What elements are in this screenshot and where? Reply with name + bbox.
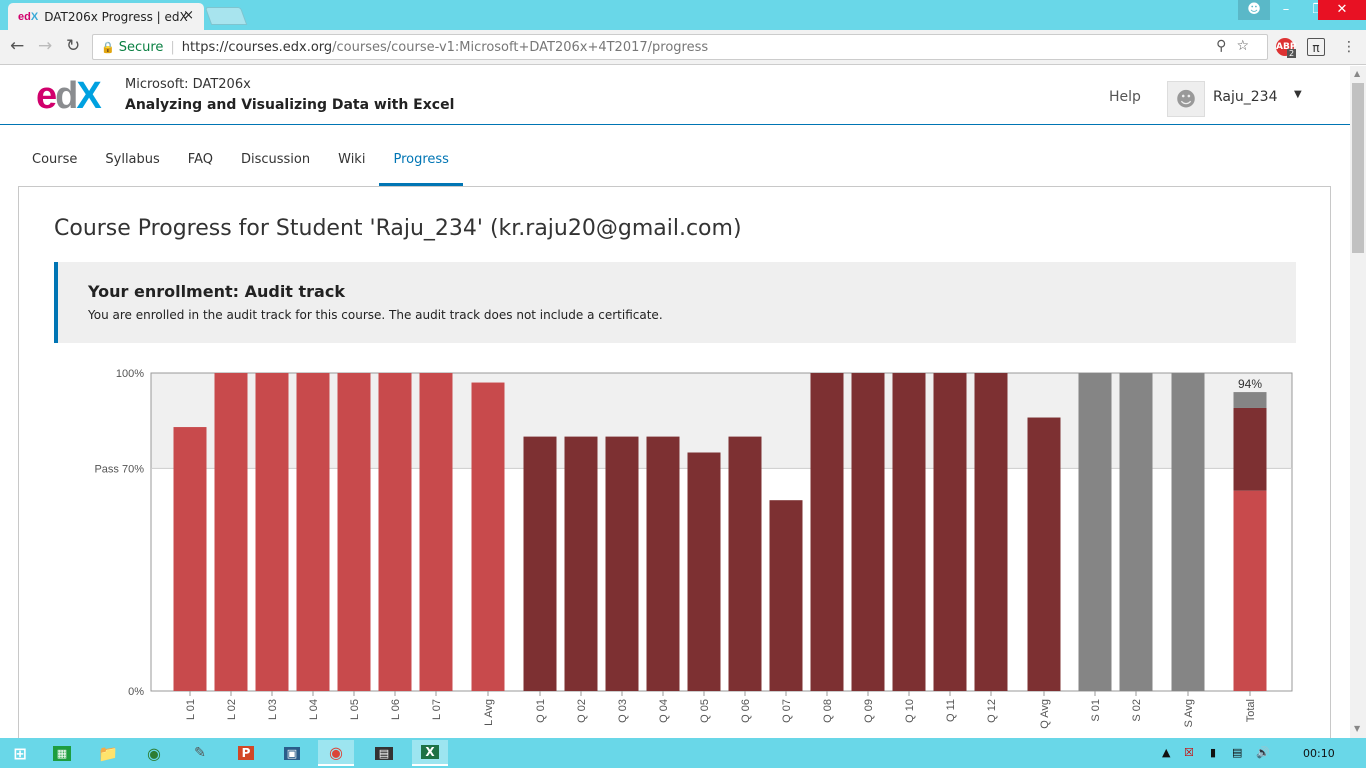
tray-expand-icon[interactable]: ▲ (1162, 746, 1170, 759)
clock: 00:10 (1303, 747, 1335, 760)
x-tick-label: Q 04 (658, 699, 670, 723)
x-tick-label: L 01 (185, 699, 197, 720)
bar-total-segment (1233, 407, 1267, 491)
bar (851, 373, 885, 691)
bar (564, 436, 598, 691)
bar (378, 373, 412, 691)
x-tick-label: Q 10 (904, 699, 916, 723)
excel-icon[interactable]: X (412, 740, 448, 766)
wifi-icon[interactable]: ▤ (1232, 746, 1242, 759)
scroll-thumb[interactable] (1352, 83, 1364, 253)
bar (1119, 373, 1153, 691)
bar (728, 436, 762, 691)
x-tick-label: Q 08 (822, 699, 834, 723)
notepad-icon[interactable]: ✎ (182, 740, 218, 766)
bar (769, 500, 803, 691)
bar (214, 373, 248, 691)
x-tick-label: Q 02 (576, 699, 588, 723)
scroll-down-icon[interactable]: ▼ (1354, 724, 1360, 733)
x-tick-label: Q 06 (740, 699, 752, 723)
x-tick-label: Total (1245, 699, 1257, 722)
photo-app-icon[interactable]: ▣ (274, 740, 310, 766)
taskbar-app-icon[interactable]: ▦ (44, 740, 80, 766)
chrome-icon[interactable]: ◉ (318, 740, 354, 766)
x-tick-label: L 06 (390, 699, 402, 720)
x-tick-label: Q Avg (1039, 699, 1051, 729)
file-explorer-icon[interactable]: 📁 (90, 740, 126, 766)
x-tick-label: L 07 (431, 699, 443, 720)
total-data-label: 94% (1238, 377, 1262, 391)
x-tick-label: Q 01 (535, 699, 547, 723)
battery-icon[interactable]: ▮ (1210, 746, 1216, 759)
terminal-icon[interactable]: ▤ (366, 740, 402, 766)
x-tick-label: Q 07 (781, 699, 793, 723)
bar-total-segment (1233, 490, 1267, 691)
bar (1078, 373, 1112, 691)
y-tick-label: Pass 70% (94, 463, 144, 475)
bar (523, 436, 557, 691)
bar (974, 373, 1008, 691)
bar (892, 373, 926, 691)
bar (1027, 417, 1061, 691)
bar (255, 373, 289, 691)
bar-total-segment (1233, 392, 1267, 408)
bar (337, 373, 371, 691)
bar (933, 373, 967, 691)
bar (296, 373, 330, 691)
x-tick-label: Q 09 (863, 699, 875, 723)
x-tick-label: Q 05 (699, 699, 711, 723)
x-tick-label: Q 03 (617, 699, 629, 723)
windows-taskbar: ⊞ ▦ 📁 ◉ ✎ P ▣ ◉ ▤ X ▲ ☒ ▮ ▤ 🔊 00:10 (0, 738, 1366, 768)
x-tick-label: S 02 (1131, 699, 1143, 722)
x-tick-label: S 01 (1090, 699, 1102, 722)
y-tick-label: 100% (116, 368, 144, 380)
bar (471, 382, 505, 691)
bar (605, 436, 639, 691)
y-tick-label: 0% (128, 686, 144, 698)
windows-start-icon[interactable]: ⊞ (2, 740, 38, 766)
x-tick-label: L 02 (226, 699, 238, 720)
globe-app-icon[interactable]: ◉ (136, 740, 172, 766)
bar (646, 436, 680, 691)
x-tick-label: L 03 (267, 699, 279, 720)
network-error-icon[interactable]: ☒ (1184, 746, 1194, 759)
scroll-up-icon[interactable]: ▲ (1354, 69, 1360, 78)
powerpoint-icon[interactable]: P (228, 740, 264, 766)
x-tick-label: Q 12 (986, 699, 998, 723)
bar (1171, 373, 1205, 691)
volume-icon[interactable]: 🔊 (1256, 746, 1270, 759)
bar (687, 452, 721, 691)
x-tick-label: S Avg (1183, 699, 1195, 728)
bar (419, 373, 453, 691)
x-tick-label: L 05 (349, 699, 361, 720)
x-tick-label: Q 11 (945, 699, 957, 722)
page-scrollbar[interactable]: ▲ ▼ (1350, 66, 1366, 738)
x-tick-label: L 04 (308, 699, 320, 720)
x-tick-label: L Avg (483, 699, 495, 726)
bar (173, 427, 207, 691)
progress-chart: 100% Pass 70% 0% L 01 L 02 L 03 L 04 L 05 L 06 L … (94, 368, 1293, 729)
bar (810, 373, 844, 691)
